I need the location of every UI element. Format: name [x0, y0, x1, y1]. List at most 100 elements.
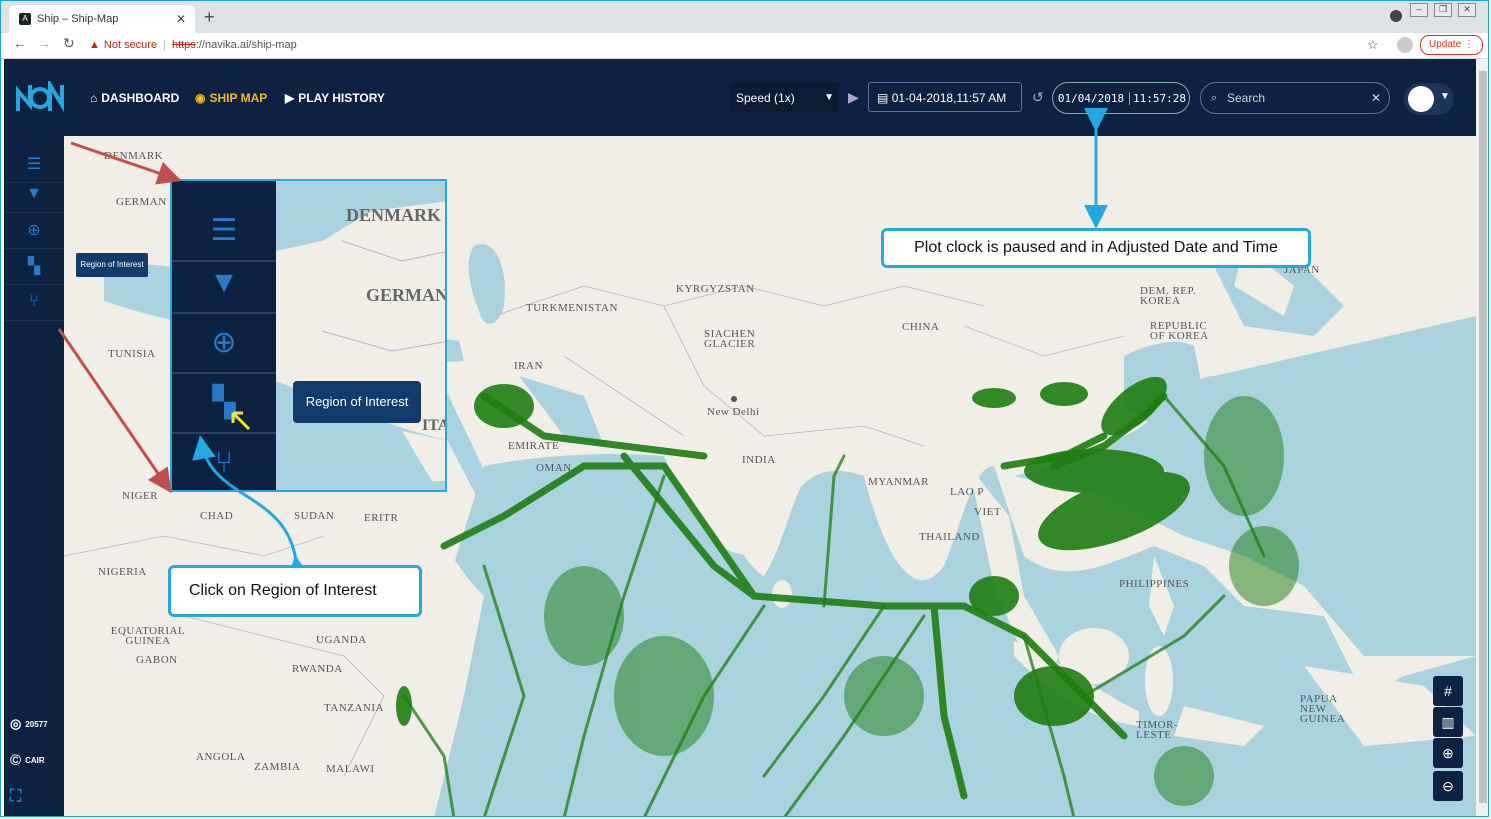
- menu-play-history[interactable]: ▶ PLAY HISTORY: [285, 91, 385, 105]
- inset-route-icon: ⑂: [215, 445, 233, 479]
- map-label: TIMOR-LESTE: [1136, 719, 1179, 741]
- browser-tab-bar: A Ship – Ship-Map ✕ + – ❐ ✕: [1, 1, 1488, 33]
- map-label: OMAN: [536, 462, 572, 474]
- url-field[interactable]: ▲ Not secure | https ://navika.ai/ship-m…: [89, 35, 1379, 55]
- close-window-button[interactable]: ✕: [1458, 3, 1476, 17]
- navika-logo-icon[interactable]: [16, 81, 64, 113]
- update-label: Update: [1429, 39, 1462, 50]
- zoom-in-icon: ⊕: [1442, 744, 1454, 761]
- plot-clock: 01/04/2018 11:57:28: [1052, 82, 1190, 114]
- menu-dashboard-label: DASHBOARD: [101, 91, 180, 105]
- map-layer-button[interactable]: ▥: [1433, 707, 1463, 737]
- tab-close-icon[interactable]: ✕: [173, 12, 189, 26]
- play-button[interactable]: ▶: [848, 89, 859, 106]
- inset-filter-icon: ▼: [172, 253, 276, 314]
- forward-icon[interactable]: →: [37, 35, 51, 51]
- map-label: TUNISIA: [108, 348, 156, 360]
- url-divider: |: [163, 39, 166, 51]
- zoom-in-button[interactable]: ⊕: [1433, 738, 1463, 768]
- map-icon: ▥: [1441, 713, 1455, 730]
- cair-label: CAIR: [25, 756, 45, 765]
- target-icon: ◉: [195, 91, 206, 105]
- reset-clock-icon[interactable]: ↺: [1032, 89, 1044, 106]
- profile-avatar-icon[interactable]: [1397, 37, 1413, 53]
- datetime-value: 01-04-2018,11:57 AM: [891, 91, 1007, 105]
- user-avatar-icon: [1408, 86, 1434, 112]
- clear-search-icon[interactable]: ✕: [1371, 83, 1381, 113]
- map-label: IRAN: [514, 360, 543, 372]
- map-label: PHILIPPINES: [1119, 578, 1190, 590]
- not-secure-label: Not secure: [103, 39, 158, 51]
- datetime-input[interactable]: ▤ 01-04-2018,11:57 AM: [868, 82, 1022, 112]
- back-icon[interactable]: ←: [13, 35, 27, 51]
- zoom-inset: ☰ ▼ ⊕ ▚ ⑂ DENMARK GERMAN ITA: [170, 179, 447, 492]
- route-network-icon[interactable]: ⑂: [4, 284, 64, 321]
- search-input[interactable]: ⌕ Search ✕: [1200, 82, 1390, 114]
- warning-icon: ▲: [89, 39, 100, 51]
- inset-crosshair-icon: ⊕: [172, 313, 276, 374]
- window-controls: – ❐ ✕: [1410, 3, 1476, 17]
- map-label: New Delhi: [707, 406, 760, 418]
- clock-callout: Plot clock is paused and in Adjusted Dat…: [881, 228, 1311, 268]
- map-label: EQUATORIAL GUINEA: [110, 625, 186, 647]
- screenshot-frame: A Ship – Ship-Map ✕ + – ❐ ✕ ← → ↻ ▲ Not …: [0, 0, 1489, 817]
- map-label: NIGERIA: [98, 566, 147, 578]
- map-label: VIET: [974, 506, 1002, 518]
- region-of-interest-icon[interactable]: ▚: [4, 248, 64, 285]
- inset-label-denmark: DENMARK: [346, 205, 441, 225]
- angular-favicon-icon: A: [19, 13, 31, 25]
- map-label: KYRGYZSTAN: [676, 283, 755, 295]
- browser-tab[interactable]: A Ship – Ship-Map ✕: [9, 5, 195, 33]
- scrollbar-thumb[interactable]: [1479, 71, 1487, 803]
- map-label: TANZANIA: [324, 702, 384, 714]
- map-label: CHINA: [902, 321, 940, 333]
- chevron-down-icon: ▼: [824, 92, 834, 103]
- tab-title: Ship – Ship-Map: [37, 13, 119, 25]
- speed-value: Speed (1x): [736, 91, 795, 105]
- map-label: REPUBLIC OF KOREA: [1150, 320, 1209, 342]
- menu-dashboard[interactable]: ⌂ DASHBOARD: [90, 91, 179, 105]
- copyright-icon: ©: [10, 752, 22, 769]
- minimize-button[interactable]: –: [1410, 3, 1428, 17]
- map-label: GERMAN: [116, 196, 167, 208]
- map-label: THAILAND: [919, 531, 980, 543]
- app-header: ⌂ DASHBOARD ◉ SHIP MAP ▶ PLAY HISTORY Sp…: [4, 59, 1476, 136]
- map-label: UGANDA: [316, 634, 367, 646]
- fullscreen-icon[interactable]: ⛶: [10, 788, 21, 806]
- clock-time: 11:57:28: [1133, 91, 1186, 105]
- roi-callout: Click on Region of Interest: [168, 565, 422, 617]
- map-label: SIACHEN GLACIER: [704, 328, 756, 350]
- reload-icon[interactable]: ↻: [63, 35, 75, 52]
- map-label: ZAMBIA: [254, 761, 301, 773]
- map-label: ANGOLA: [196, 751, 246, 763]
- map-label: DEM. REP. KOREA: [1140, 285, 1197, 307]
- zoom-out-button[interactable]: ⊖: [1433, 771, 1463, 801]
- map-label: DENMARK: [104, 150, 164, 162]
- bookmark-star-icon[interactable]: ☆: [1367, 37, 1379, 53]
- map-label: MALAWI: [326, 763, 375, 775]
- search-placeholder: Search: [1227, 91, 1266, 105]
- map-label: EMIRATE: [508, 440, 560, 452]
- calendar-icon: ▤: [877, 91, 889, 105]
- update-button[interactable]: Update ⋮: [1420, 35, 1484, 55]
- map-label: RWANDA: [292, 663, 343, 675]
- tab-search-icon[interactable]: [1390, 10, 1402, 22]
- restore-button[interactable]: ❐: [1434, 3, 1452, 17]
- home-icon: ⌂: [90, 91, 98, 105]
- map-label: TURKMENISTAN: [526, 302, 618, 314]
- map-label: MYANMAR: [868, 476, 929, 488]
- zoom-out-icon: ⊖: [1442, 777, 1454, 794]
- crosshair-icon[interactable]: ⊕: [4, 212, 64, 249]
- grid-toggle-button[interactable]: #: [1433, 676, 1463, 706]
- clock-date: 01/04/2018: [1053, 91, 1130, 105]
- map-label: ERITR: [364, 512, 399, 524]
- menu-ship-map[interactable]: ◉ SHIP MAP: [195, 91, 267, 105]
- page-scrollbar[interactable]: [1476, 59, 1488, 816]
- inset-region-of-interest-icon: ▚: [172, 373, 276, 434]
- region-of-interest-button[interactable]: Region of Interest: [293, 381, 421, 423]
- speed-select[interactable]: Speed (1x) ▼: [731, 82, 839, 112]
- new-tab-button[interactable]: +: [204, 7, 215, 28]
- filter-icon[interactable]: ▼: [4, 176, 64, 213]
- left-sidebar: ☰ ▼ ⊕ ▚ ⑂ ◎ 20577 © CAIR ⛶: [4, 136, 64, 816]
- user-menu-button[interactable]: ▼: [1404, 83, 1454, 115]
